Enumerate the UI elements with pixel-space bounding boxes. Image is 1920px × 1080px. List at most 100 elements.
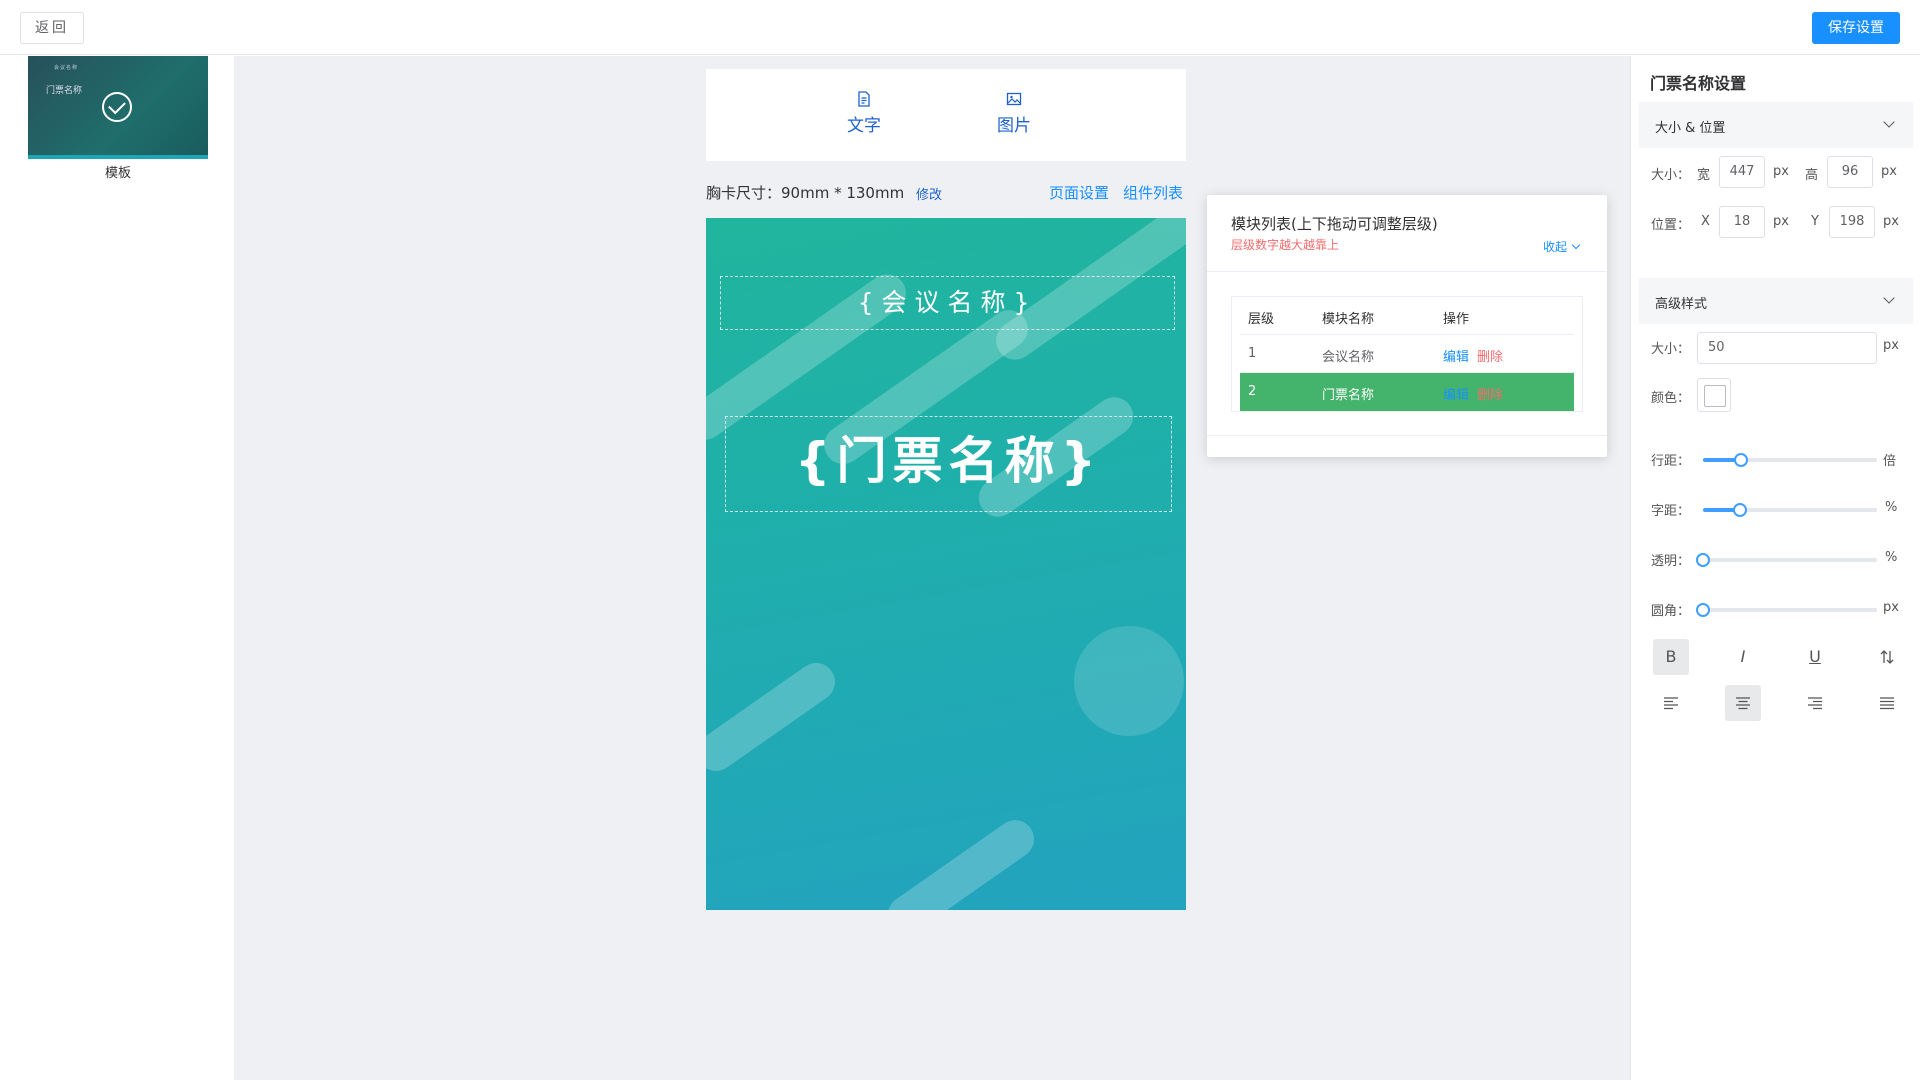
color-label: 颜色： [1651,391,1691,406]
height-input[interactable]: 96 [1827,156,1873,188]
y-input[interactable]: 198 [1829,206,1875,238]
align-center-icon [1736,697,1750,710]
component-list-link[interactable]: 组件列表 [1123,182,1183,203]
add-image-tool[interactable]: 图片 [974,91,1054,136]
color-picker[interactable] [1697,378,1731,412]
align-right-icon [1808,697,1822,710]
template-panel: 会议名称 门票名称 模板 [0,56,234,1080]
size-position-section-header[interactable]: 大小 & 位置 [1639,102,1913,148]
collapse-button[interactable]: 收起 [1542,238,1581,255]
module-list-hint: 层级数字越大越靠上 [1231,238,1340,252]
align-justify-button[interactable] [1869,685,1905,721]
section-label: 大小 & 位置 [1655,121,1726,136]
align-right-button[interactable] [1797,685,1833,721]
module-list-panel: 模块列表(上下拖动可调整层级) 层级数字越大越靠上 收起 层级 模块名称 操作 … [1207,195,1607,457]
font-size-input[interactable]: 50 [1697,332,1877,364]
row-level: 1 [1248,346,1257,361]
align-center-button[interactable] [1725,685,1761,721]
italic-button[interactable]: I [1725,639,1761,675]
template-label: 模板 [104,166,131,181]
divider [1207,435,1607,436]
height-label: 高 [1805,168,1819,183]
table-header: 层级 模块名称 操作 [1240,297,1574,335]
conference-name-block[interactable]: {会议名称} [720,276,1175,330]
card-info-row: 胸卡尺寸：90mm * 130mm 修改 页面设置 组件列表 [706,180,1186,204]
card-size-text: 胸卡尺寸：90mm * 130mm [706,184,905,202]
letter-spacing-unit: % [1885,500,1898,515]
px-unit: px [1773,214,1789,229]
decor-stripe [880,812,1042,910]
ticket-name-placeholder: {门票名称} [794,432,1103,490]
row-module-name: 会议名称 [1322,350,1375,365]
align-justify-icon [1880,697,1894,710]
size-label: 大小： [1651,168,1691,183]
page-settings-link[interactable]: 页面设置 [1049,182,1109,203]
width-input[interactable]: 447 [1719,156,1765,188]
template-thumbnail[interactable]: 会议名称 门票名称 [28,56,208,159]
line-height-unit: 倍 [1883,454,1897,469]
underline-button[interactable]: U [1797,639,1833,675]
radius-label: 圆角： [1651,604,1691,619]
document-icon [858,91,870,107]
row-actions: 编辑 删除 [1443,346,1503,365]
table-row[interactable]: 1 会议名称 编辑 删除 [1240,335,1574,373]
px-unit: px [1883,338,1899,353]
ticket-name-block[interactable]: {门票名称} [725,416,1172,512]
delete-link[interactable]: 删除 [1477,350,1503,365]
position-label: 位置： [1651,218,1691,233]
line-height-slider[interactable] [1703,453,1877,467]
font-size-label: 大小： [1651,342,1691,357]
px-unit: px [1773,164,1789,179]
section-label: 高级样式 [1655,297,1708,312]
line-height-label: 行距： [1651,454,1691,469]
letter-spacing-slider[interactable] [1703,503,1877,517]
top-bar: 返回 保存设置 [0,0,1920,55]
delete-link[interactable]: 删除 [1477,388,1503,403]
align-left-button[interactable] [1653,685,1689,721]
edit-link[interactable]: 编辑 [1443,388,1469,403]
module-table: 层级 模块名称 操作 1 会议名称 编辑 删除 2 门票名称 编辑 删除 [1231,296,1583,412]
chevron-down-icon [1883,116,1895,128]
component-toolbox: 文字 图片 [706,69,1186,161]
chevron-down-icon [1883,292,1895,304]
image-icon [1006,92,1022,106]
x-label: X [1701,214,1710,229]
opacity-label: 透明： [1651,554,1691,569]
collapse-label: 收起 [1542,240,1567,254]
opacity-slider[interactable] [1696,553,1877,567]
template-thumb-title: 门票名称 [46,86,83,96]
x-input[interactable]: 18 [1719,206,1765,238]
decor-bubble [1074,626,1184,736]
table-row-selected[interactable]: 2 门票名称 编辑 删除 [1240,373,1574,411]
save-settings-button[interactable]: 保存设置 [1812,12,1900,44]
add-text-label: 文字 [847,116,881,136]
column-header-actions: 操作 [1443,312,1470,327]
swap-vertical-icon [1880,650,1894,664]
bold-button[interactable]: B [1653,639,1689,675]
letter-spacing-label: 字距： [1651,504,1691,519]
slider-handle[interactable] [1734,453,1749,467]
slider-handle[interactable] [1732,503,1747,517]
radius-slider[interactable] [1696,603,1877,617]
column-header-name: 模块名称 [1322,312,1375,327]
modify-size-link[interactable]: 修改 [916,184,942,203]
add-text-tool[interactable]: 文字 [824,91,904,136]
opacity-unit: % [1885,550,1898,565]
back-button[interactable]: 返回 [20,12,84,44]
row-level: 2 [1248,384,1257,399]
template-thumb-subtitle: 会议名称 [54,65,79,71]
slider-handle[interactable] [1696,553,1710,567]
radius-unit: px [1883,600,1899,615]
badge-card-canvas[interactable]: {会议名称} {门票名称} [706,218,1186,910]
text-direction-button[interactable] [1869,639,1905,675]
advanced-style-section-header[interactable]: 高级样式 [1639,278,1913,324]
module-list-title: 模块列表(上下拖动可调整层级) [1231,215,1438,233]
width-label: 宽 [1697,168,1711,183]
conference-name-placeholder: {会议名称} [857,288,1038,317]
align-left-icon [1664,697,1678,710]
check-circle-icon [102,92,132,122]
slider-handle[interactable] [1696,603,1710,617]
row-actions: 编辑 删除 [1443,384,1503,403]
settings-panel: 门票名称设置 大小 & 位置 大小： 宽 447 px 高 96 px 位置： … [1630,56,1920,1080]
edit-link[interactable]: 编辑 [1443,350,1469,365]
